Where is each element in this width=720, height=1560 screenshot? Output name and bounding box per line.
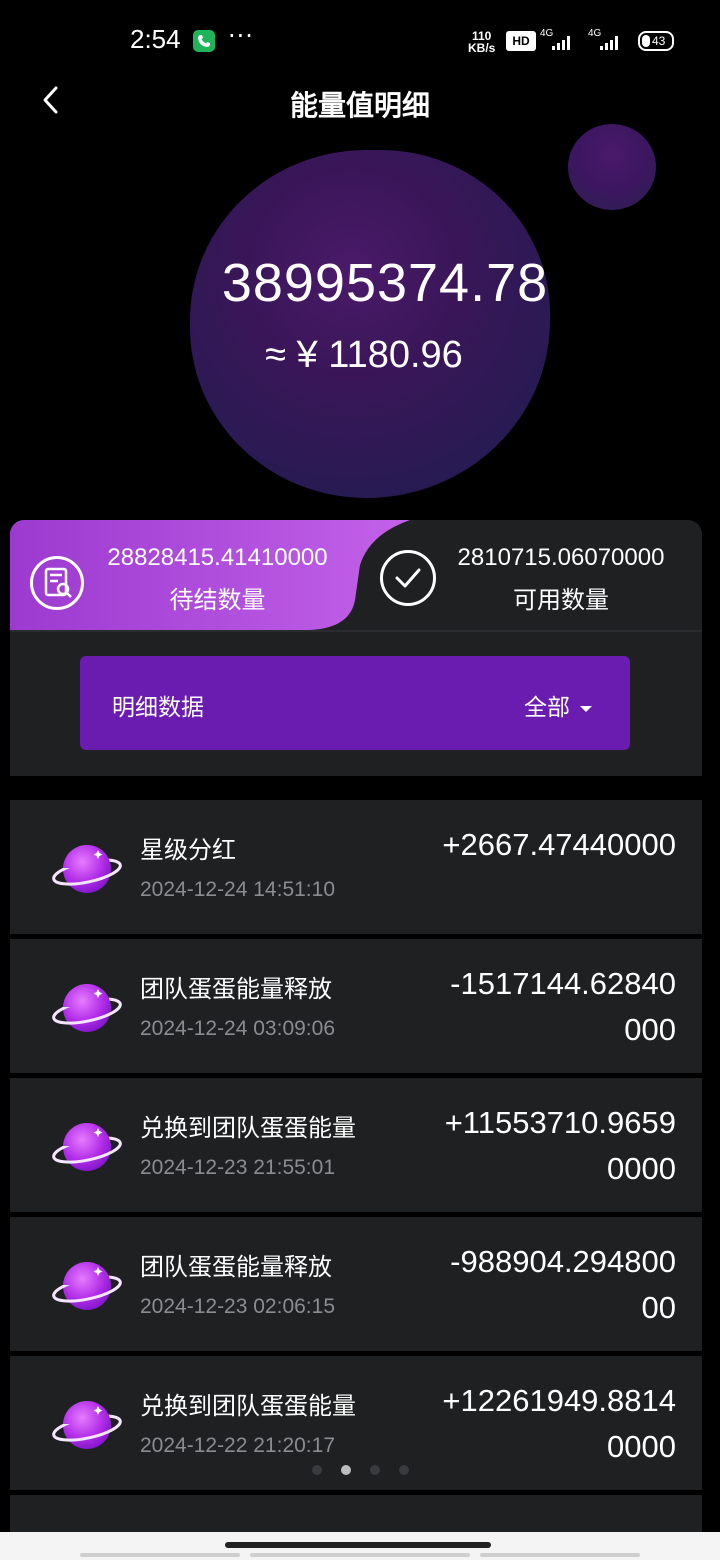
detail-filter-bar[interactable]: 明细数据 全部 xyxy=(80,656,630,750)
network-speed: 110 KB/s xyxy=(468,30,495,54)
back-button[interactable] xyxy=(36,84,68,116)
record-row[interactable]: 团队蛋蛋能量释放 2024-12-23 02:06:15 -988904.29480… xyxy=(10,1217,702,1351)
bottom-segment xyxy=(480,1553,640,1557)
home-indicator[interactable] xyxy=(225,1542,491,1548)
bottom-segment xyxy=(80,1553,240,1557)
record-title: 星级分红 xyxy=(140,836,236,864)
planet-icon xyxy=(50,1112,124,1182)
record-time: 2024-12-23 02:06:15 xyxy=(140,1295,335,1318)
network-speed-unit: KB/s xyxy=(468,41,496,55)
record-title: 团队蛋蛋能量释放 xyxy=(140,975,332,1003)
pager-dot xyxy=(341,1465,351,1475)
pending-document-icon xyxy=(30,556,84,610)
record-row[interactable]: 星级分红 2024-12-24 14:51:10 +2667.47440000 xyxy=(10,800,702,934)
decorative-planet-large xyxy=(190,150,550,498)
planet-icon xyxy=(50,1251,124,1321)
check-circle-icon xyxy=(380,550,436,606)
record-amount: +2667.47440000 xyxy=(442,827,676,862)
summary-card: 28828415.41410000 待结数量 2810715.06070000 … xyxy=(10,520,702,776)
status-time: 2:54 xyxy=(130,24,181,54)
record-row[interactable]: 团队蛋蛋能量释放 2024-12-24 03:09:06 -1517144.6284… xyxy=(10,939,702,1073)
filter-dropdown[interactable]: 全部 xyxy=(524,688,592,722)
battery-icon: 43 xyxy=(638,31,674,51)
pager-dot xyxy=(399,1465,409,1475)
planet-icon xyxy=(50,1390,124,1460)
record-title: 兑换到团队蛋蛋能量 xyxy=(140,1392,356,1420)
record-title: 团队蛋蛋能量释放 xyxy=(140,1253,332,1281)
caret-down-icon xyxy=(580,705,592,712)
status-bar: 2:54 ··· 110 KB/s HD 4G 4G 43 xyxy=(0,0,720,80)
pager-dots xyxy=(312,1465,412,1475)
pager-dot xyxy=(370,1465,380,1475)
filter-label: 明细数据 xyxy=(112,695,204,721)
decorative-planet-small xyxy=(568,124,656,210)
page-title: 能量值明细 xyxy=(289,89,430,122)
record-list: 星级分红 2024-12-24 14:51:10 +2667.47440000 团队蛋… xyxy=(10,800,702,1540)
record-time: 2024-12-23 21:55:01 xyxy=(140,1156,335,1179)
record-title: 兑换到团队蛋蛋能量 xyxy=(140,1114,356,1142)
bottom-segment xyxy=(250,1553,470,1557)
filter-selected-value: 全部 xyxy=(524,695,570,721)
pending-value: 28828415.41410000 xyxy=(107,544,328,571)
record-time: 2024-12-24 14:51:10 xyxy=(140,878,335,901)
divider xyxy=(10,630,702,632)
energy-balance: 38995374.78 xyxy=(221,253,549,313)
chevron-left-icon xyxy=(43,86,58,114)
record-amount: +11553710.96590000 xyxy=(444,1105,676,1186)
phone-call-icon xyxy=(193,30,215,52)
hd-voice-icon: HD xyxy=(506,31,536,51)
record-time: 2024-12-22 21:20:17 xyxy=(140,1434,335,1457)
pending-label: 待结数量 xyxy=(169,586,266,614)
record-amount: -1517144.62840000 xyxy=(450,966,676,1047)
planet-icon xyxy=(50,834,124,904)
available-value[interactable]: 2810715.06070000 xyxy=(436,544,686,572)
record-amount: +12261949.88140000 xyxy=(442,1383,676,1464)
battery-level: 43 xyxy=(652,34,666,48)
pager-dot xyxy=(312,1465,322,1475)
record-row[interactable]: 兑换到团队蛋蛋能量 2024-12-23 21:55:01 +11553710.96… xyxy=(10,1078,702,1212)
pending-tab[interactable]: 28828415.41410000 待结数量 xyxy=(10,520,430,630)
record-amount: -988904.29480000 xyxy=(450,1244,676,1325)
cny-equivalent: ≈ ¥ 1180.96 xyxy=(265,334,463,376)
record-row-partial[interactable] xyxy=(10,1495,702,1535)
available-label[interactable]: 可用数量 xyxy=(436,580,686,615)
more-notifications-icon: ··· xyxy=(228,22,254,50)
record-time: 2024-12-24 03:09:06 xyxy=(140,1017,335,1040)
planet-icon xyxy=(50,973,124,1043)
